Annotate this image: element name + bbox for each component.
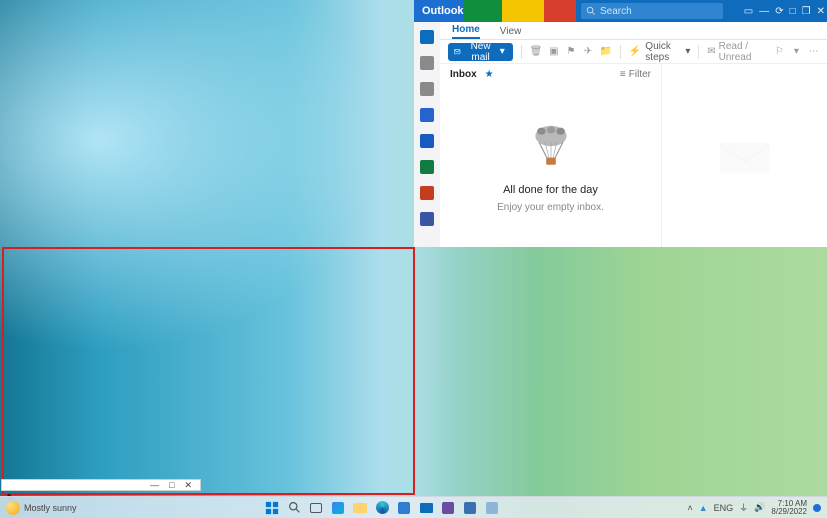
outlook-window: Outlook ▭ ― ⟳ □ ❐ ✕ Home Vie <box>414 0 827 247</box>
search-button[interactable] <box>285 499 303 517</box>
filter-label: Filter <box>629 69 651 80</box>
quick-steps-label: Quick steps <box>645 41 681 63</box>
empty-state: All done for the day Enjoy your empty in… <box>440 84 661 247</box>
powerpoint-icon[interactable] <box>420 186 434 200</box>
outlook-title: Outlook <box>422 5 464 17</box>
mail-icon[interactable] <box>420 30 434 44</box>
outlook-titlebar[interactable]: Outlook ▭ ― ⟳ □ ❐ ✕ <box>414 0 827 22</box>
new-mail-label: New mail <box>465 41 495 63</box>
report-icon[interactable]: ⚑ <box>565 45 576 59</box>
widgets-button[interactable] <box>329 499 347 517</box>
search-icon <box>586 6 596 16</box>
quick-steps-button[interactable]: ⚡ Quick steps ▾ <box>629 41 691 63</box>
notifications-icon[interactable] <box>813 504 821 512</box>
weather-icon <box>6 501 20 515</box>
close-button[interactable]: ✕ <box>817 6 825 17</box>
envelope-icon: ✉ <box>707 46 715 57</box>
close-button[interactable]: ✕ <box>184 481 192 490</box>
word-icon[interactable] <box>420 134 434 148</box>
weather-text: Mostly sunny <box>24 503 77 513</box>
people-icon[interactable] <box>420 82 434 96</box>
archive-icon[interactable]: ▣ <box>548 45 559 59</box>
layout-icon[interactable]: ▭ <box>744 6 753 17</box>
search-input[interactable] <box>596 6 732 17</box>
restore-button[interactable]: ❐ <box>802 6 811 17</box>
store-button[interactable] <box>395 499 413 517</box>
maximize-button[interactable]: □ <box>169 481 174 490</box>
mail-plus-icon <box>454 47 461 57</box>
more-apps-icon[interactable] <box>420 212 434 226</box>
edge-button[interactable] <box>373 499 391 517</box>
chevron-up-icon[interactable]: ˄ <box>687 503 692 513</box>
settings-button[interactable] <box>439 499 457 517</box>
volume-icon[interactable]: 🔊 <box>754 502 765 513</box>
chevron-down-icon: ▾ <box>500 46 505 57</box>
reading-pane <box>662 64 827 247</box>
sweep-icon[interactable]: ✈ <box>583 45 594 59</box>
taskbar-weather[interactable]: Mostly sunny <box>0 501 77 515</box>
inbox-label[interactable]: Inbox <box>450 69 477 80</box>
wifi-icon[interactable]: ⏚ <box>739 501 748 514</box>
chevron-down-icon[interactable]: ▾ <box>791 45 802 59</box>
app-button[interactable] <box>461 499 479 517</box>
language-indicator[interactable]: ENG <box>714 503 734 513</box>
clock-date: 8/29/2022 <box>771 508 807 516</box>
tab-home[interactable]: Home <box>452 24 480 39</box>
move-icon[interactable]: 📁 <box>600 45 612 59</box>
empty-subtitle: Enjoy your empty inbox. <box>497 202 604 213</box>
media-button[interactable] <box>483 499 501 517</box>
todo-icon[interactable] <box>420 108 434 122</box>
dragged-window-titlebar[interactable]: ― □ ✕ <box>1 479 201 491</box>
message-list-pane: Inbox ★ ≡ Filter <box>440 64 662 247</box>
task-view-button[interactable] <box>307 499 325 517</box>
star-icon[interactable]: ★ <box>485 69 494 80</box>
read-unread-button[interactable]: ✉ Read / Unread <box>707 41 768 63</box>
clock[interactable]: 7:10 AM 8/29/2022 <box>771 500 807 516</box>
onedrive-icon[interactable]: ▲ <box>699 503 708 513</box>
taskbar[interactable]: Mostly sunny ˄ ▲ ENG ⏚ 🔊 7:10 AM 8/29/20… <box>0 496 827 518</box>
start-button[interactable] <box>263 499 281 517</box>
app-rail <box>414 22 440 247</box>
chevron-down-icon: ▾ <box>685 46 690 57</box>
calendar-icon[interactable] <box>420 56 434 70</box>
mail-button[interactable] <box>417 499 435 517</box>
flag-icon[interactable]: ⚐ <box>774 45 785 59</box>
empty-title: All done for the day <box>503 184 598 196</box>
window-buttons: ▭ ― ⟳ □ ❐ ✕ <box>744 0 825 22</box>
envelope-placeholder-icon <box>715 134 775 178</box>
taskbar-tray: ˄ ▲ ENG ⏚ 🔊 7:10 AM 8/29/2022 <box>687 500 827 516</box>
lightning-icon: ⚡ <box>629 46 641 57</box>
excel-icon[interactable] <box>420 160 434 174</box>
maximize-button[interactable]: □ <box>790 6 796 17</box>
balloon-illustration <box>521 118 581 178</box>
minimize-button[interactable]: ― <box>150 481 159 490</box>
read-unread-label: Read / Unread <box>719 41 768 63</box>
taskbar-apps <box>77 499 688 517</box>
search-box[interactable] <box>581 3 723 19</box>
filter-icon: ≡ <box>620 69 626 80</box>
ribbon-tabs: Home View <box>440 22 827 40</box>
delete-icon[interactable]: 🗑 <box>530 45 543 59</box>
ribbon-toolbar: New mail ▾ 🗑 ▣ ⚑ ✈ 📁 ⚡ Quick steps ▾ ✉ <box>440 40 827 64</box>
more-icon[interactable]: ⋯ <box>808 45 819 59</box>
settings-sync-icon[interactable]: ⟳ <box>775 6 783 17</box>
minimize-button[interactable]: ― <box>759 6 769 17</box>
inbox-header: Inbox ★ ≡ Filter <box>440 64 661 84</box>
new-mail-button[interactable]: New mail ▾ <box>448 43 513 61</box>
tab-view[interactable]: View <box>500 26 522 39</box>
filter-button[interactable]: ≡ Filter <box>620 69 651 80</box>
file-explorer-button[interactable] <box>351 499 369 517</box>
